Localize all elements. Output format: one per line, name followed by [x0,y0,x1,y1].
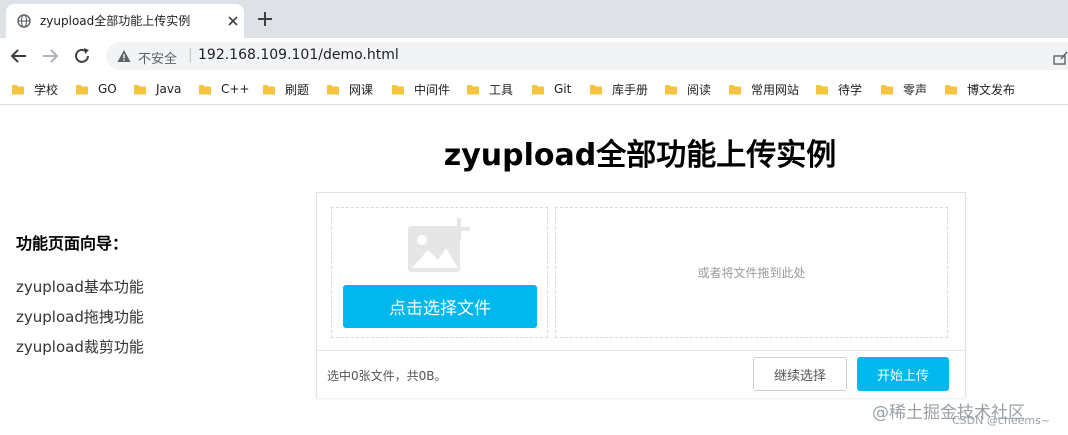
folder-icon [467,85,479,95]
continue-select-button[interactable]: 继续选择 [753,357,847,391]
bookmark-label: 阅读 [687,82,712,97]
bookmark-item[interactable]: 零声 [881,81,927,97]
drop-hint: 或者将文件拖到此处 [697,266,806,280]
guide-title: 功能页面向导： [16,234,129,253]
close-icon[interactable] [225,13,241,29]
select-file-button[interactable]: 点击选择文件 [343,285,537,328]
bookmark-label: 博文发布 [967,82,1016,97]
folder-icon [590,85,602,95]
folder-icon [12,85,24,95]
bookmarks-bar: 学校 GO Java C++ 刷题 网课 中间件 工具 Git 库手册 阅读 常用网站 待学 零声 博文发布 [0,74,1068,105]
address-bar[interactable]: 不安全 | 192.168.109.101/demo.html [106,42,1068,70]
browser-tab[interactable]: zyupload全部功能上传实例 [6,4,244,38]
bookmark-item[interactable]: C++ [199,81,250,97]
url-text[interactable]: 192.168.109.101/demo.html [198,47,399,63]
start-upload-button[interactable]: 开始上传 [857,357,949,391]
upload-status-bar: 选中0张文件，共0B。 继续选择 开始上传 [317,350,965,398]
bookmark-label: 网课 [349,82,374,97]
security-label[interactable]: 不安全 [138,48,177,67]
bookmark-label: 待学 [838,82,863,97]
tab-strip: zyupload全部功能上传实例 [0,0,1068,38]
forward-arrow-icon[interactable] [40,46,60,66]
guide-panel: 功能页面向导： zyupload基本功能 zyupload拖拽功能 zyuplo… [16,230,144,362]
bookmark-item[interactable]: 网课 [327,81,373,97]
folder-icon [327,85,339,95]
tab-title: zyupload全部功能上传实例 [40,14,191,28]
bookmark-item[interactable]: 阅读 [665,81,711,97]
bookmark-label: Git [554,82,572,96]
bookmark-item[interactable]: 刷题 [263,81,309,97]
folder-icon [199,85,211,95]
bookmark-label: 刷题 [285,82,310,97]
bookmark-label: Java [156,82,182,96]
bookmark-label: 工具 [489,82,514,97]
back-arrow-icon[interactable] [9,46,29,66]
bookmark-item[interactable]: Java [134,81,181,97]
browser-toolbar: 不安全 | 192.168.109.101/demo.html [0,38,1068,74]
watermark-sub: CSDN @cheems~ [952,414,1051,427]
guide-link-basic[interactable]: zyupload基本功能 [16,272,144,302]
bookmark-item[interactable]: 博文发布 [945,81,1015,97]
bookmark-label: 常用网站 [751,82,800,97]
selection-status: 选中0张文件，共0B。 [327,369,447,383]
guide-link-drag[interactable]: zyupload拖拽功能 [16,302,144,332]
bookmark-label: 库手册 [612,82,649,97]
bookmark-item[interactable]: 库手册 [590,81,648,97]
folder-icon [134,85,146,95]
reload-icon[interactable] [72,46,92,66]
bookmark-label: 中间件 [414,82,451,97]
folder-icon [665,85,677,95]
bookmark-label: 零声 [903,82,928,97]
folder-icon [881,85,893,95]
folder-icon [945,85,957,95]
folder-icon [263,85,275,95]
bookmark-item[interactable]: 工具 [467,81,513,97]
upload-panel: 点击选择文件 或者将文件拖到此处 选中0张文件，共0B。 继续选择 开始上传 [316,192,966,398]
folder-icon [729,85,741,95]
warning-icon [117,50,131,62]
drop-zone[interactable]: 或者将文件拖到此处 [555,207,948,338]
folder-icon [816,85,828,95]
folder-icon [76,85,88,95]
bookmark-item[interactable]: 中间件 [392,81,450,97]
bookmark-label: C++ [221,82,250,96]
bookmark-item[interactable]: 学校 [12,81,58,97]
bookmark-item[interactable]: 待学 [816,81,862,97]
folder-icon [532,85,544,95]
bookmark-label: GO [98,82,117,96]
page-title: zyupload全部功能上传实例 [443,138,837,173]
globe-icon [17,14,31,28]
folder-icon [392,85,404,95]
add-image-icon [408,218,470,272]
file-pick-box[interactable]: 点击选择文件 [331,207,548,338]
bookmark-item[interactable]: Git [532,81,571,97]
bookmark-item[interactable]: 常用网站 [729,81,799,97]
guide-link-crop[interactable]: zyupload裁剪功能 [16,332,144,362]
omnibox-separator: | [188,47,193,63]
share-icon[interactable] [1052,49,1068,65]
bookmark-label: 学校 [34,82,59,97]
new-tab-plus-icon[interactable] [256,10,274,28]
bookmark-item[interactable]: GO [76,81,117,97]
